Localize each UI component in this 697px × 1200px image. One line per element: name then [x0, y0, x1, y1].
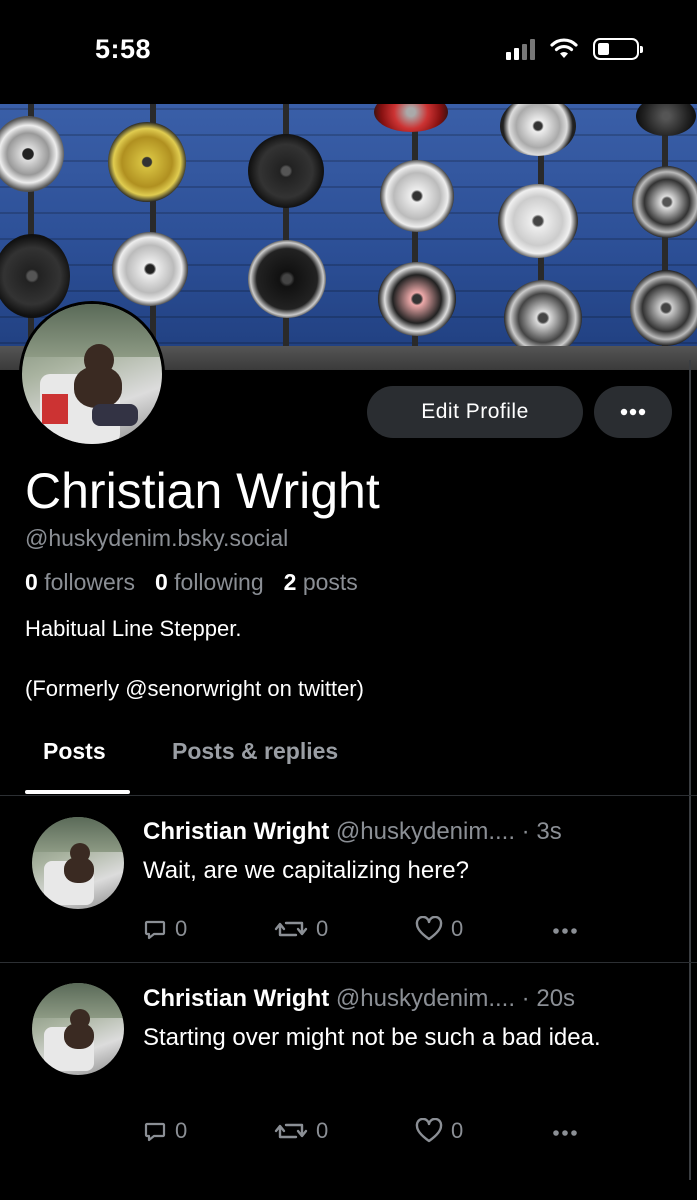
wifi-icon: [550, 38, 578, 58]
following-label: following: [174, 569, 264, 595]
wheel-image: [112, 232, 188, 306]
reply-button[interactable]: 0: [143, 1118, 274, 1144]
followers-stat[interactable]: 0 followers: [25, 569, 135, 596]
status-icons: [506, 38, 643, 60]
heart-icon: [415, 1118, 443, 1143]
post-header: Christian Wright @huskydenim.... · 20s: [143, 985, 575, 1013]
followers-count: 0: [25, 569, 38, 595]
active-tab-indicator: [25, 790, 130, 794]
profile-bio-line: (Formerly @senorwright on twitter): [25, 676, 364, 701]
posts-label: posts: [302, 569, 358, 595]
wheel-image: [630, 270, 697, 346]
like-count: 0: [451, 916, 464, 941]
battery-icon: [593, 38, 643, 60]
tab-posts-and-replies[interactable]: Posts & replies: [172, 738, 338, 765]
post-author[interactable]: Christian Wright: [143, 818, 329, 845]
wheel-image: [248, 240, 326, 318]
wheel-image: [378, 262, 456, 336]
post-text: Starting over might not be such a bad id…: [143, 1024, 601, 1051]
wheel-image: [504, 280, 582, 356]
wheel-image: [636, 104, 696, 136]
repost-icon: [274, 1123, 308, 1139]
wheel-image: [0, 116, 64, 192]
post-header: Christian Wright @huskydenim.... · 3s: [143, 818, 562, 846]
reply-count: 0: [175, 1118, 188, 1143]
post-author[interactable]: Christian Wright: [143, 985, 329, 1012]
ellipsis-icon: [553, 1130, 577, 1136]
profile-avatar[interactable]: [19, 301, 165, 447]
feed-post[interactable]: Christian Wright @huskydenim.... · 20s S…: [0, 963, 697, 1193]
ellipsis-icon: [620, 408, 646, 416]
wheel-image: [248, 134, 324, 208]
post-more-button[interactable]: [551, 1118, 579, 1144]
repost-count: 0: [316, 1118, 329, 1143]
like-button[interactable]: 0: [415, 916, 551, 942]
more-options-button[interactable]: [594, 386, 672, 438]
status-bar: 5:58: [0, 0, 697, 104]
following-stat[interactable]: 0 following: [155, 569, 264, 596]
wheel-image: [498, 184, 578, 258]
repost-count: 0: [316, 916, 329, 941]
profile-bio-line: Habitual Line Stepper.: [25, 616, 242, 641]
posts-count: 2: [283, 569, 297, 595]
reply-button[interactable]: 0: [143, 916, 274, 942]
post-time: · 20s: [515, 985, 576, 1012]
post-avatar[interactable]: [32, 817, 124, 909]
wheel-image: [632, 166, 697, 238]
repost-icon: [274, 921, 308, 937]
wheel-image: [108, 122, 186, 202]
wheel-image: [380, 160, 454, 232]
repost-button[interactable]: 0: [274, 1118, 415, 1144]
wheel-image: [374, 104, 448, 132]
repost-button[interactable]: 0: [274, 916, 415, 942]
tab-posts[interactable]: Posts: [43, 738, 106, 765]
feed-post[interactable]: Christian Wright @huskydenim.... · 3s Wa…: [0, 796, 697, 962]
post-more-button[interactable]: [551, 916, 579, 942]
cellular-signal-icon: [506, 38, 535, 60]
post-handle: @huskydenim....: [335, 985, 516, 1012]
reply-icon: [144, 920, 166, 940]
edit-profile-button[interactable]: Edit Profile: [367, 386, 583, 438]
like-button[interactable]: 0: [415, 1118, 551, 1144]
post-time: · 3s: [515, 818, 562, 845]
status-time: 5:58: [95, 34, 152, 64]
profile-stats: 0 followers 0 following 2 posts: [25, 569, 358, 596]
profile-handle: @huskydenim.bsky.social: [25, 525, 289, 551]
ellipsis-icon: [553, 928, 577, 934]
posts-stat: 2 posts: [284, 569, 358, 596]
reply-count: 0: [175, 916, 188, 941]
heart-icon: [415, 916, 443, 941]
like-count: 0: [451, 1118, 464, 1143]
reply-icon: [144, 1122, 166, 1142]
profile-name: Christian Wright: [25, 463, 380, 519]
followers-label: followers: [44, 569, 135, 595]
post-avatar[interactable]: [32, 983, 124, 1075]
post-handle: @huskydenim....: [335, 818, 516, 845]
following-count: 0: [154, 569, 168, 595]
wheel-image: [500, 104, 576, 156]
post-actions: 0 0 0: [143, 916, 579, 942]
post-text: Wait, are we capitalizing here?: [143, 857, 469, 884]
post-actions: 0 0 0: [143, 1118, 579, 1144]
